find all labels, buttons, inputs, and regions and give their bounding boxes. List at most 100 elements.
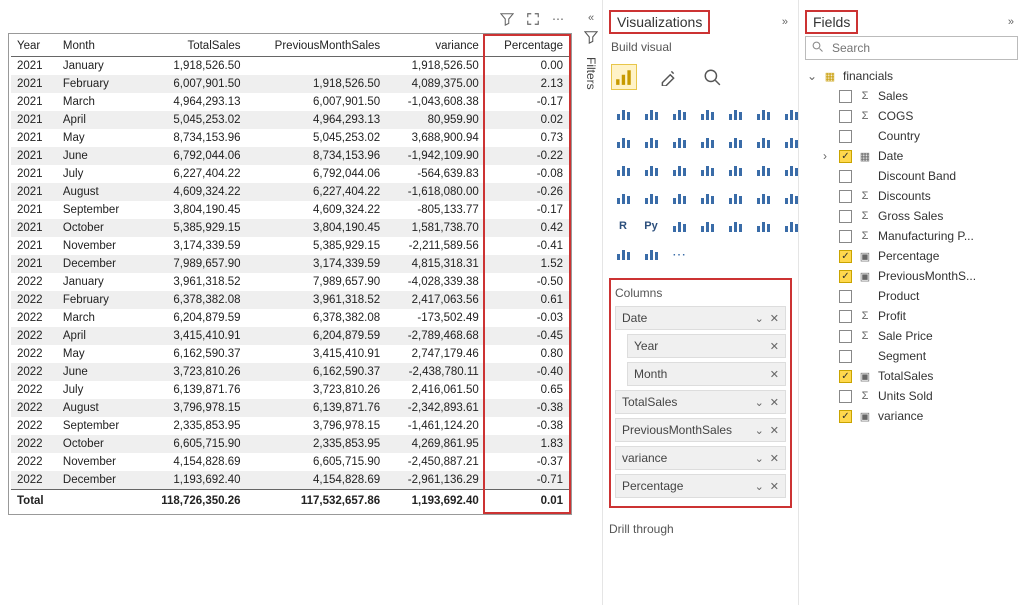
field-well-year[interactable]: Year✕: [627, 334, 786, 358]
chevron-down-icon[interactable]: ⌄: [755, 424, 764, 437]
field-segment[interactable]: Segment: [805, 346, 1018, 366]
filters-tab-icon[interactable]: [584, 30, 598, 47]
field-well-variance[interactable]: variance⌄✕: [615, 446, 786, 470]
chevron-down-icon[interactable]: ⌄: [755, 312, 764, 325]
checkbox[interactable]: ✓: [839, 270, 852, 283]
viz-table-icon[interactable]: [751, 186, 775, 210]
field-sales[interactable]: ΣSales: [805, 86, 1018, 106]
field-unitssold[interactable]: ΣUnits Sold: [805, 386, 1018, 406]
table-row[interactable]: 2022August3,796,978.156,139,871.76-2,342…: [11, 399, 569, 417]
checkbox[interactable]: [839, 170, 852, 183]
viz-treemap-icon[interactable]: [695, 158, 719, 182]
checkbox[interactable]: ✓: [839, 370, 852, 383]
viz-filled-map-icon[interactable]: [751, 158, 775, 182]
search-input[interactable]: [830, 40, 1011, 56]
focus-mode-icon[interactable]: [526, 12, 540, 29]
field-previousmonths[interactable]: ✓▣PreviousMonthS...: [805, 266, 1018, 286]
table-row[interactable]: 2022June3,723,810.266,162,590.37-2,438,7…: [11, 363, 569, 381]
checkbox[interactable]: [839, 110, 852, 123]
table-row[interactable]: 2021March4,964,293.136,007,901.50-1,043,…: [11, 93, 569, 111]
field-percentage[interactable]: ✓▣Percentage: [805, 246, 1018, 266]
table-node-financials[interactable]: ⌄ ▦ financials: [805, 66, 1018, 86]
field-discounts[interactable]: ΣDiscounts: [805, 186, 1018, 206]
viz-more-icon[interactable]: ⋯: [667, 242, 691, 266]
viz-card-icon[interactable]: [639, 186, 663, 210]
table-row[interactable]: 2021August4,609,324.226,227,404.22-1,618…: [11, 183, 569, 201]
viz-map-icon[interactable]: [723, 158, 747, 182]
col-header-totalsales[interactable]: TotalSales: [138, 36, 247, 57]
checkbox[interactable]: ✓: [839, 410, 852, 423]
remove-icon[interactable]: ✕: [770, 368, 779, 381]
field-cogs[interactable]: ΣCOGS: [805, 106, 1018, 126]
viz-gauge-icon[interactable]: [611, 186, 635, 210]
field-well-month[interactable]: Month✕: [627, 362, 786, 386]
table-row[interactable]: 2021February6,007,901.501,918,526.504,08…: [11, 75, 569, 93]
col-header-percentage[interactable]: Percentage: [485, 36, 569, 57]
viz-stacked-col-icon[interactable]: [639, 102, 663, 126]
viz-key-influencer-icon[interactable]: [667, 214, 691, 238]
table-row[interactable]: 2021September3,804,190.454,609,324.22-80…: [11, 201, 569, 219]
remove-icon[interactable]: ✕: [770, 340, 779, 353]
field-grosssales[interactable]: ΣGross Sales: [805, 206, 1018, 226]
checkbox[interactable]: [839, 130, 852, 143]
table-row[interactable]: 2021October5,385,929.153,804,190.451,581…: [11, 219, 569, 237]
viz-waterfall-icon[interactable]: [751, 130, 775, 154]
collapse-viz-icon[interactable]: »: [778, 16, 792, 28]
checkbox[interactable]: [839, 330, 852, 343]
checkbox[interactable]: ✓: [839, 150, 852, 163]
table-row[interactable]: 2021July6,227,404.226,792,044.06-564,639…: [11, 165, 569, 183]
field-saleprice[interactable]: ΣSale Price: [805, 326, 1018, 346]
viz-stacked-bar-icon[interactable]: [611, 102, 635, 126]
viz-line-col2-icon[interactable]: [695, 130, 719, 154]
remove-icon[interactable]: ✕: [770, 424, 779, 437]
field-totalsales[interactable]: ✓▣TotalSales: [805, 366, 1018, 386]
fields-search[interactable]: [805, 36, 1018, 60]
table-row[interactable]: 2022February6,378,382.083,961,318.522,41…: [11, 291, 569, 309]
field-country[interactable]: Country: [805, 126, 1018, 146]
viz-line-col-icon[interactable]: [667, 130, 691, 154]
checkbox[interactable]: ✓: [839, 250, 852, 263]
viz-powerapps-icon[interactable]: [639, 242, 663, 266]
viz-python-icon[interactable]: Py: [639, 214, 663, 238]
field-well-totalsales[interactable]: TotalSales⌄✕: [615, 390, 786, 414]
table-row[interactable]: 2022July6,139,871.763,723,810.262,416,06…: [11, 381, 569, 399]
format-visual-tab[interactable]: [655, 64, 681, 90]
col-header-month[interactable]: Month: [57, 36, 138, 57]
viz-clustered-bar-icon[interactable]: [667, 102, 691, 126]
filters-tab-label[interactable]: Filters: [584, 57, 598, 90]
viz-100-col-icon[interactable]: [751, 102, 775, 126]
viz-stacked-area-icon[interactable]: [639, 130, 663, 154]
checkbox[interactable]: [839, 210, 852, 223]
checkbox[interactable]: [839, 390, 852, 403]
viz-area-icon[interactable]: [611, 130, 635, 154]
table-row[interactable]: 2021January1,918,526.501,918,526.500.00: [11, 57, 569, 76]
viz-slicer-icon[interactable]: [723, 186, 747, 210]
remove-icon[interactable]: ✕: [770, 312, 779, 325]
viz-multi-card-icon[interactable]: [667, 186, 691, 210]
field-date[interactable]: ›✓▦Date: [805, 146, 1018, 166]
field-well-previousmonthsales[interactable]: PreviousMonthSales⌄✕: [615, 418, 786, 442]
table-row[interactable]: 2021December7,989,657.903,174,339.594,81…: [11, 255, 569, 273]
field-product[interactable]: Product: [805, 286, 1018, 306]
table-row[interactable]: 2022December1,193,692.404,154,828.69-2,9…: [11, 471, 569, 490]
field-discountband[interactable]: Discount Band: [805, 166, 1018, 186]
viz-100-bar-icon[interactable]: [723, 102, 747, 126]
collapse-filters-icon[interactable]: «: [584, 12, 598, 24]
build-visual-tab[interactable]: [611, 64, 637, 90]
analytics-tab[interactable]: [699, 64, 725, 90]
viz-clustered-col-icon[interactable]: [695, 102, 719, 126]
viz-arcgis-icon[interactable]: [611, 242, 635, 266]
chevron-down-icon[interactable]: ⌄: [755, 452, 764, 465]
collapse-fields-icon[interactable]: »: [1004, 16, 1018, 28]
viz-scatter-icon[interactable]: [611, 158, 635, 182]
table-row[interactable]: 2022April3,415,410.916,204,879.59-2,789,…: [11, 327, 569, 345]
checkbox[interactable]: [839, 90, 852, 103]
table-row[interactable]: 2022November4,154,828.696,605,715.90-2,4…: [11, 453, 569, 471]
table-row[interactable]: 2021November3,174,339.595,385,929.15-2,2…: [11, 237, 569, 255]
table-visual[interactable]: YearMonthTotalSalesPreviousMonthSalesvar…: [8, 33, 572, 515]
viz-qna-icon[interactable]: [723, 214, 747, 238]
more-options-icon[interactable]: ⋯: [552, 12, 566, 29]
checkbox[interactable]: [839, 230, 852, 243]
chevron-down-icon[interactable]: ⌄: [755, 480, 764, 493]
table-row[interactable]: 2021April5,045,253.024,964,293.1380,959.…: [11, 111, 569, 129]
